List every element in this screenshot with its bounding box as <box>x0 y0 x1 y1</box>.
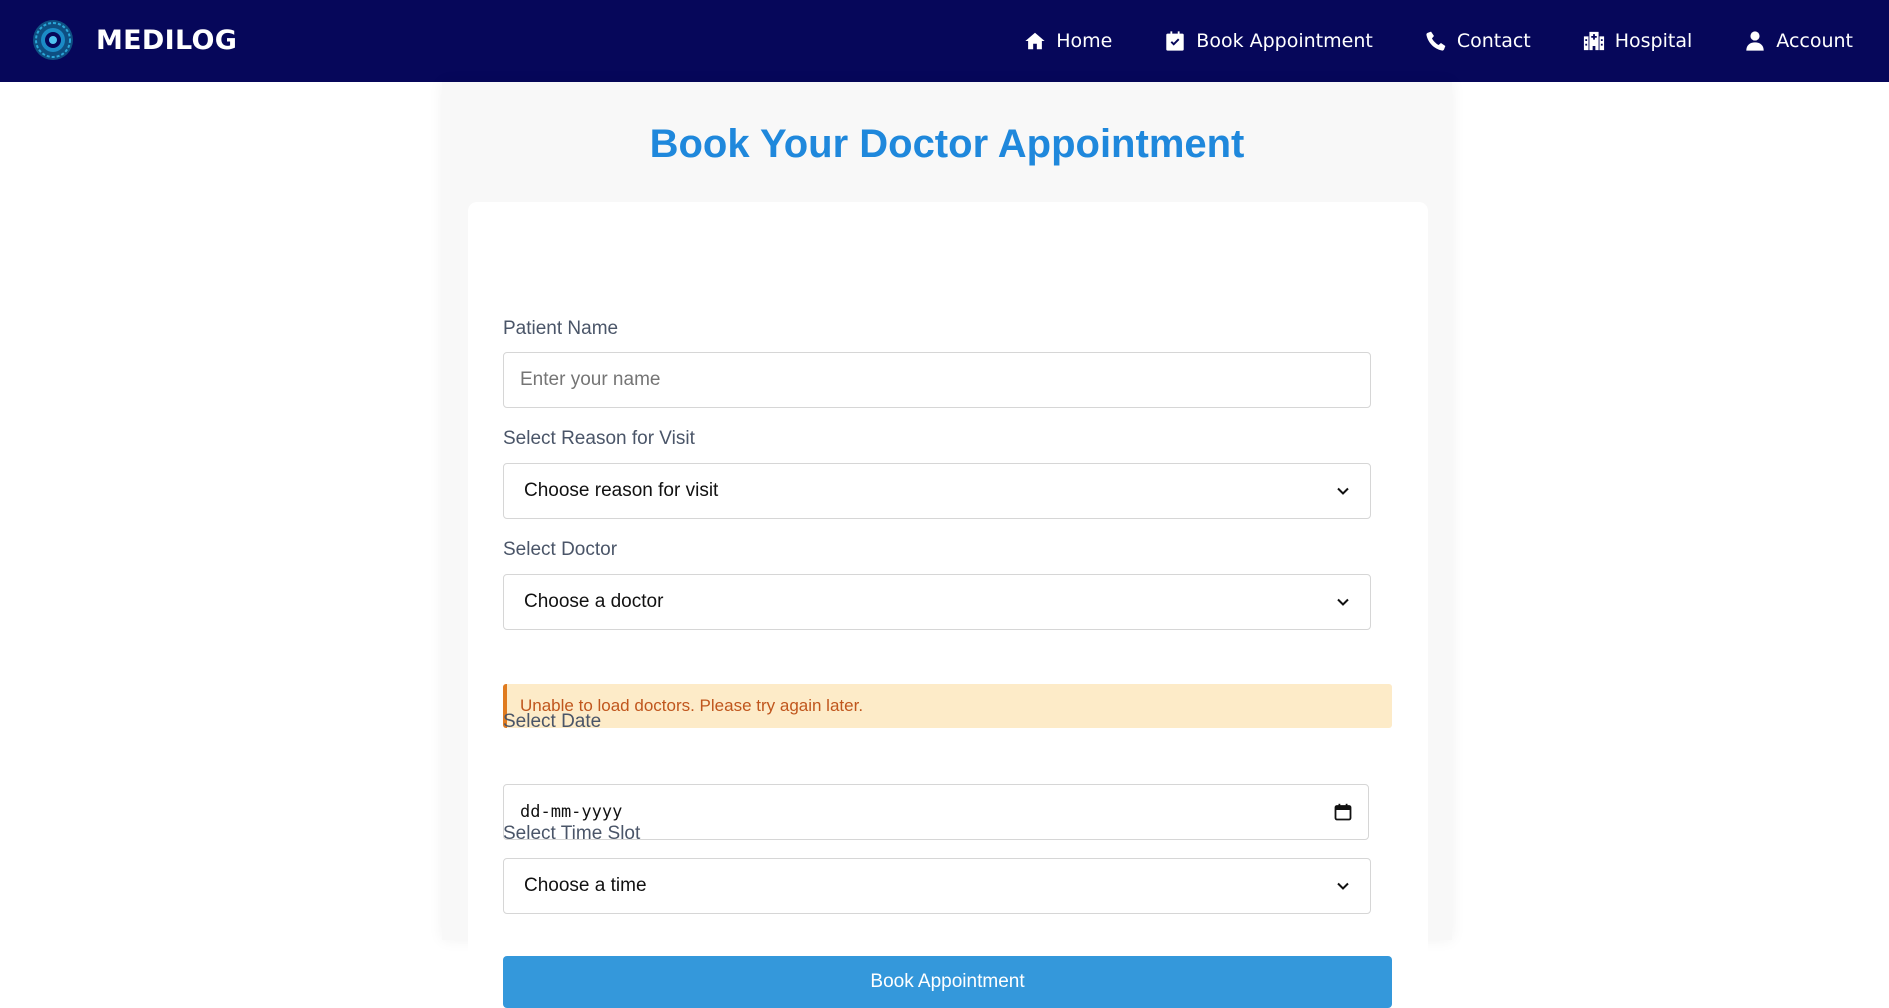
patient-name-placeholder: Enter your name <box>520 369 661 390</box>
date-label: Select Date <box>503 711 602 732</box>
medical-target-logo-icon <box>33 20 73 60</box>
doctor-selected-value: Choose a doctor <box>524 591 664 612</box>
chevron-down-icon <box>1337 598 1349 606</box>
calendar-icon[interactable] <box>1334 803 1352 821</box>
time-slot-label: Select Time Slot <box>503 823 641 844</box>
time-slot-selected-value: Choose a time <box>524 875 647 896</box>
chevron-down-icon <box>1337 487 1349 495</box>
home-icon <box>1025 32 1045 50</box>
nav-item-label: Contact <box>1456 30 1531 52</box>
doctor-select[interactable]: Choose a doctor <box>503 574 1371 630</box>
nav-item-label: Account <box>1776 30 1853 52</box>
calendar-check-icon <box>1166 31 1185 51</box>
nav-menu: Home Book Appointment Contact Hospital A… <box>1024 0 1853 82</box>
nav-item-account[interactable]: Account <box>1744 30 1853 52</box>
phone-icon <box>1426 31 1446 51</box>
book-appointment-button-label: Book Appointment <box>870 971 1025 992</box>
reason-label: Select Reason for Visit <box>503 428 695 449</box>
brand-logo-link[interactable]: MEDILOG <box>32 19 237 61</box>
nav-item-label: Hospital <box>1614 30 1693 52</box>
nav-item-label: Home <box>1056 30 1113 52</box>
time-slot-select[interactable]: Choose a time <box>503 858 1371 914</box>
hospital-icon <box>1583 31 1604 51</box>
nav-item-label: Book Appointment <box>1196 30 1373 52</box>
reason-select[interactable]: Choose reason for visit <box>503 463 1371 519</box>
appointment-form: Patient Name Enter your name Select Reas… <box>468 202 1428 1008</box>
patient-name-input[interactable]: Enter your name <box>503 352 1371 408</box>
nav-item-hospital[interactable]: Hospital <box>1583 30 1693 52</box>
doctor-load-error-alert: Unable to load doctors. Please try again… <box>503 684 1392 728</box>
date-placeholder: dd-mm-yyyy <box>520 802 623 822</box>
page-title: Book Your Doctor Appointment <box>649 122 1245 166</box>
reason-selected-value: Choose reason for visit <box>524 480 719 501</box>
appointment-container: Book Your Doctor Appointment Patient Nam… <box>442 82 1452 1008</box>
book-appointment-button[interactable]: Book Appointment <box>503 956 1392 1008</box>
navbar: MEDILOG Home Book Appointment Contact Ho… <box>0 0 1889 82</box>
nav-item-contact[interactable]: Contact <box>1425 30 1531 52</box>
nav-item-home[interactable]: Home <box>1024 30 1112 52</box>
doctor-label: Select Doctor <box>503 539 618 560</box>
user-icon <box>1746 31 1764 51</box>
brand-name: MEDILOG <box>96 24 238 56</box>
patient-name-label: Patient Name <box>503 318 619 339</box>
nav-item-book-appointment[interactable]: Book Appointment <box>1164 30 1373 52</box>
chevron-down-icon <box>1337 882 1349 890</box>
